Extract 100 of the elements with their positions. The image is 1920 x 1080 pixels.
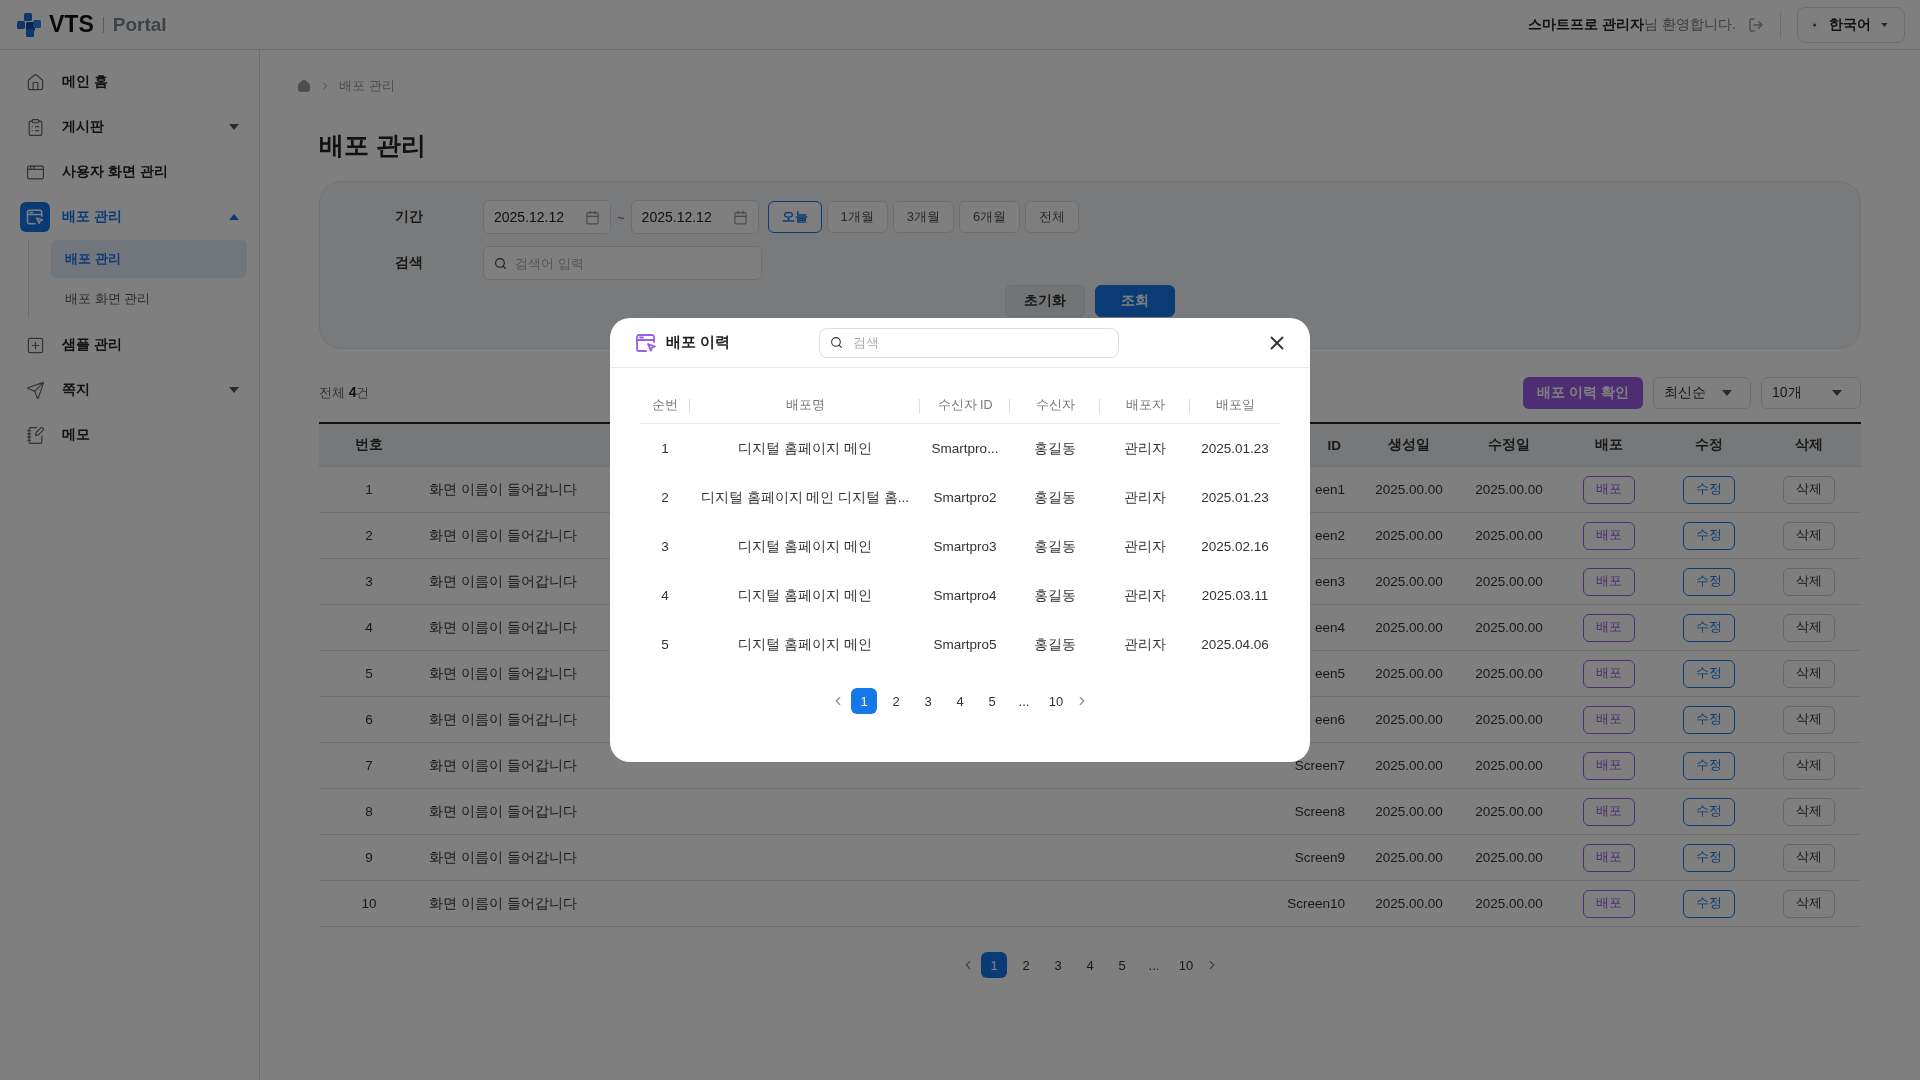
page-button[interactable]: 4 [1077, 952, 1103, 978]
deploy-button[interactable]: 배포 [1583, 475, 1635, 504]
delete-button[interactable]: 삭제 [1783, 567, 1835, 596]
edit-button[interactable]: 수정 [1683, 705, 1735, 734]
page-button[interactable]: 1 [851, 688, 877, 714]
edit-button[interactable]: 수정 [1683, 567, 1735, 596]
page-button[interactable]: ... [1011, 688, 1037, 714]
edit-button[interactable]: 수정 [1683, 475, 1735, 504]
delete-button[interactable]: 삭제 [1783, 797, 1835, 826]
caret-icon [1881, 21, 1888, 28]
table-cell: een1 [1314, 482, 1345, 497]
page-button[interactable]: 4 [947, 688, 973, 714]
deploy-button[interactable]: 배포 [1583, 705, 1635, 734]
page-button[interactable]: 2 [883, 688, 909, 714]
sidebar-item[interactable]: 샘플 관리 [14, 323, 247, 367]
period-button[interactable]: 6개월 [959, 201, 1021, 233]
edit-button[interactable]: 수정 [1683, 521, 1735, 550]
sidebar-item[interactable]: 배포 관리 [14, 195, 247, 239]
delete-button[interactable]: 삭제 [1783, 751, 1835, 780]
delete-button[interactable]: 삭제 [1783, 613, 1835, 642]
deploy-button[interactable]: 배포 [1583, 843, 1635, 872]
table-cell-text: 4 [660, 587, 670, 605]
column-header: 배포일 [1214, 397, 1256, 414]
sidebar-item[interactable]: 게시판 [14, 105, 247, 149]
table-cell-text: 2025.00.00 [1374, 481, 1444, 499]
language-select[interactable]: 한국어 [1797, 6, 1905, 43]
sort-select[interactable]: 최신순 [1653, 377, 1751, 409]
start-date-field[interactable]: 2025.12.12 [483, 200, 611, 234]
page-button[interactable]: ... [1141, 952, 1167, 978]
table-cell: Screen7 [1294, 758, 1345, 773]
period-button[interactable]: 전체 [1025, 201, 1080, 233]
period-button[interactable]: 1개월 [826, 201, 888, 233]
dialog-search-input[interactable]: 검색 [851, 334, 1108, 351]
table-cell: 화면 이름이 들어갑니다 [429, 802, 577, 821]
table-cell-text: 9 [364, 849, 374, 867]
page-button[interactable]: 3 [915, 688, 941, 714]
deploy-button[interactable]: 배포 [1583, 751, 1635, 780]
expand-caret-icon [229, 387, 239, 393]
page-button[interactable]: 3 [1045, 952, 1071, 978]
page-button[interactable]: 1 [981, 952, 1007, 978]
sidebar-subitem[interactable]: 배포 관리 [51, 240, 247, 278]
table-cell-text: 디지털 홈페이지 메인 [737, 586, 873, 605]
edit-button[interactable]: 수정 [1683, 797, 1735, 826]
delete-button[interactable]: 삭제 [1783, 705, 1835, 734]
delete-button[interactable]: 삭제 [1783, 521, 1835, 550]
deploy-button[interactable]: 배포 [1583, 797, 1635, 826]
delete-button[interactable]: 삭제 [1783, 659, 1835, 688]
table-cell-text: 2025.00.00 [1474, 757, 1544, 775]
period-button[interactable]: 3개월 [892, 201, 955, 233]
deploy-button[interactable]: 배포 [1583, 521, 1635, 550]
home-icon[interactable] [297, 79, 311, 93]
reset-button[interactable]: 초기화 [1005, 285, 1085, 317]
table-cell-text: 2025.01.23 [1200, 440, 1270, 458]
edit-button[interactable]: 수정 [1683, 613, 1735, 642]
delete-button[interactable]: 삭제 [1783, 889, 1835, 918]
collapse-caret-icon [229, 214, 239, 220]
table-cell-text: 홍길동 [1033, 488, 1077, 507]
deploy-button[interactable]: 배포 [1583, 659, 1635, 688]
search-button[interactable]: 조회 [1095, 285, 1175, 317]
edit-button[interactable]: 수정 [1683, 889, 1735, 918]
dialog-search-field[interactable]: 검색 [819, 327, 1119, 358]
sidebar-subitem[interactable]: 배포 화면 관리 [51, 280, 247, 318]
deploy-button[interactable]: 배포 [1583, 613, 1635, 642]
edit-button[interactable]: 수정 [1683, 843, 1735, 872]
table-cell-text: 3 [364, 573, 374, 591]
table-cell-text: Smartpro... [930, 440, 1000, 458]
page-button[interactable]: 10 [1173, 952, 1199, 978]
sidebar-item[interactable]: 메인 홈 [14, 60, 247, 104]
period-button[interactable]: 오늘 [767, 201, 822, 233]
table-cell-text: 2025.00.00 [1474, 665, 1544, 683]
page-button[interactable]: 5 [979, 688, 1005, 714]
end-date-field[interactable]: 2025.12.12 [630, 200, 759, 234]
table-cell-text: 1 [660, 440, 670, 458]
column-header: 수신자 [1010, 388, 1100, 423]
page-button[interactable]: 2 [1013, 952, 1039, 978]
column-header: ID [1327, 437, 1341, 453]
sidebar-item[interactable]: 사용자 화면 관리 [14, 150, 247, 194]
deploy-button[interactable]: 배포 [1583, 889, 1635, 918]
table-cell: 화면 이름이 들어갑니다 [429, 526, 577, 545]
page-button[interactable]: 10 [1043, 688, 1069, 714]
welcome-message: 스마트프로 관리자님 환영합니다. [1528, 15, 1736, 34]
column-header: 순번 [640, 388, 690, 423]
sidebar-item[interactable]: 쪽지 [14, 368, 247, 412]
edit-button[interactable]: 수정 [1683, 659, 1735, 688]
table-cell: een3 [1314, 574, 1345, 589]
logout-icon[interactable] [1748, 16, 1764, 33]
table-cell-text: 10 [360, 895, 378, 913]
page-button[interactable]: 5 [1109, 952, 1135, 978]
table-cell: 화면 이름이 들어갑니다 [429, 480, 577, 499]
page-size-select[interactable]: 10개 [1761, 377, 1861, 409]
history-button[interactable]: 배포 이력 확인 [1523, 377, 1643, 409]
delete-button[interactable]: 삭제 [1783, 843, 1835, 872]
edit-button[interactable]: 수정 [1683, 751, 1735, 780]
sidebar-item[interactable]: 메모 [14, 413, 247, 457]
table-cell-text: Smartpro2 [932, 489, 998, 507]
delete-button[interactable]: 삭제 [1783, 475, 1835, 504]
send-icon [25, 380, 45, 400]
deploy-button[interactable]: 배포 [1583, 567, 1635, 596]
table-cell-text: 홍길동 [1033, 586, 1077, 605]
table-cell-text: 2025.00.00 [1474, 527, 1544, 545]
